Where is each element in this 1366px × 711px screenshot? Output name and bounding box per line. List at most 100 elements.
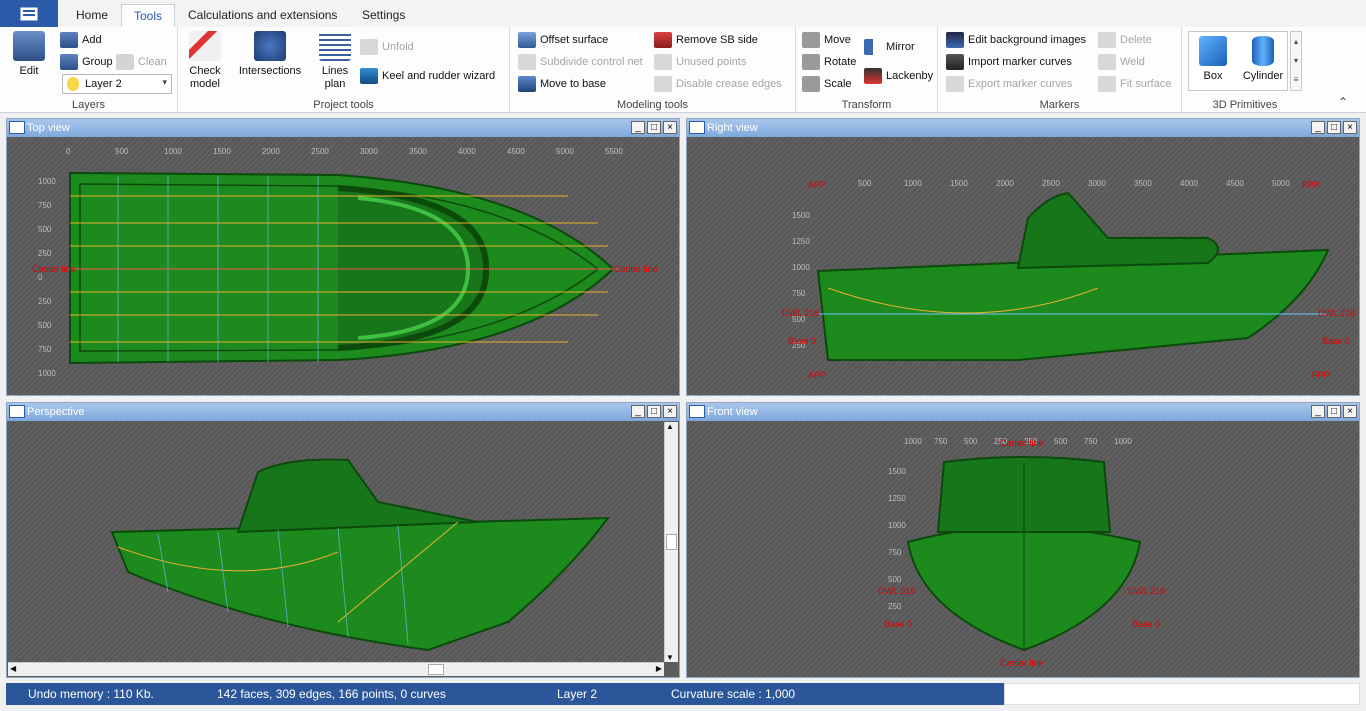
base-label-left: Base 0: [788, 336, 816, 346]
keel-icon: [360, 68, 378, 84]
scroll-right-icon[interactable]: ▶: [656, 664, 662, 673]
axis-tick-label: 750: [38, 345, 52, 354]
gallery-more-icon[interactable]: ≡: [1291, 70, 1301, 89]
axis-tick-label: 1000: [164, 147, 182, 156]
perspective-view-pane: Perspective _ □ × ▲ ▼ ◀ ▶: [6, 402, 680, 678]
scroll-up-icon[interactable]: ▲: [666, 422, 674, 431]
intersections-icon: [254, 31, 286, 61]
close-button[interactable]: ×: [1343, 121, 1357, 134]
gallery-down-icon[interactable]: ▾: [1291, 51, 1301, 70]
move-button[interactable]: Move: [802, 32, 851, 48]
horizontal-scroll-thumb[interactable]: [428, 664, 444, 675]
import-curves-label: Import marker curves: [968, 56, 1072, 68]
fpp-label-bottom: FPP: [1312, 370, 1330, 380]
front-view-canvas[interactable]: 1000 750 500 250 250 500 750 1000 1500 1250 1000 75…: [688, 422, 1358, 676]
axis-tick-label: 4000: [1180, 179, 1198, 188]
remove-sb-side-button[interactable]: Remove SB side: [654, 32, 758, 48]
axis-tick-label: 1000: [904, 179, 922, 188]
mirror-button[interactable]: Mirror: [864, 39, 915, 55]
scroll-down-icon[interactable]: ▼: [666, 653, 674, 662]
close-button[interactable]: ×: [663, 121, 677, 134]
edit-background-images-button[interactable]: Edit background images: [946, 32, 1086, 48]
move-to-base-icon: [518, 76, 536, 92]
perspective-title-bar: Perspective _ □ ×: [7, 403, 679, 421]
gallery-scroll[interactable]: ▴ ▾ ≡: [1290, 31, 1302, 91]
top-view-pane: Top view _ □ × 0 500 1000 1500 2000 2500 3000 350…: [6, 118, 680, 396]
tab-settings[interactable]: Settings: [350, 4, 417, 28]
edit-bg-label: Edit background images: [968, 34, 1087, 46]
layer-select[interactable]: Layer 2 ▾: [62, 74, 172, 94]
axis-tick-label: 250: [888, 602, 902, 611]
maximize-button[interactable]: □: [1327, 121, 1341, 134]
close-button[interactable]: ×: [663, 405, 677, 418]
right-view-canvas[interactable]: 500 1000 1500 2000 2500 3000 3500 4000 4500 5000 1…: [688, 138, 1358, 394]
unused-points-button[interactable]: Unused points: [654, 54, 746, 70]
intersections-button[interactable]: Intersections: [234, 31, 306, 78]
fit-surface-button[interactable]: Fit surface: [1098, 76, 1171, 92]
export-marker-curves-button[interactable]: Export marker curves: [946, 76, 1073, 92]
dwl-front-right: DWL 218: [1128, 586, 1165, 596]
axis-tick-label: 4500: [1226, 179, 1244, 188]
add-label: Add: [82, 34, 102, 46]
remove-sb-icon: [654, 32, 672, 48]
subdivide-button[interactable]: Subdivide control net: [518, 54, 643, 70]
box-primitive-button[interactable]: Box: [1193, 36, 1233, 83]
axis-tick-label: 750: [888, 548, 902, 557]
collapse-ribbon-icon[interactable]: ⌃: [1338, 95, 1348, 109]
move-label: Move: [824, 34, 851, 46]
front-view-drawing: 1000 750 500 250 250 500 750 100015001250100075…: [878, 437, 1165, 668]
lines-plan-button[interactable]: Lines plan: [316, 31, 354, 91]
tab-tools[interactable]: Tools: [121, 4, 176, 28]
axis-tick-label: 0: [66, 147, 71, 156]
keel-rudder-wizard-button[interactable]: Keel and rudder wizard: [360, 68, 495, 84]
unfold-icon: [360, 39, 378, 55]
vertical-scroll-thumb[interactable]: [666, 534, 677, 550]
minimize-button[interactable]: _: [1311, 121, 1325, 134]
tab-calculations[interactable]: Calculations and extensions: [176, 4, 349, 28]
disable-crease-button[interactable]: Disable crease edges: [654, 76, 782, 92]
axis-tick-label: 2000: [262, 147, 280, 156]
weld-button[interactable]: Weld: [1098, 54, 1145, 70]
cylinder-primitive-button[interactable]: Cylinder: [1239, 36, 1287, 83]
delete-label: Delete: [1120, 34, 1152, 46]
status-bar-empty-panel: [1004, 683, 1360, 705]
lackenby-button[interactable]: Lackenby: [864, 68, 933, 84]
scale-button[interactable]: Scale: [802, 76, 852, 92]
offset-label: Offset surface: [540, 34, 609, 46]
maximize-button[interactable]: □: [647, 121, 661, 134]
subdivide-label: Subdivide control net: [540, 56, 643, 68]
application-menu-button[interactable]: [0, 0, 58, 27]
vertical-scrollbar[interactable]: ▲ ▼: [664, 422, 678, 662]
move-to-base-button[interactable]: Move to base: [518, 76, 606, 92]
app-label-top: APP: [808, 180, 826, 190]
maximize-button[interactable]: □: [647, 405, 661, 418]
import-marker-curves-button[interactable]: Import marker curves: [946, 54, 1072, 70]
layer-select-value: Layer 2: [85, 78, 122, 90]
horizontal-scrollbar[interactable]: ◀ ▶: [8, 662, 664, 676]
check-model-label: Check model: [189, 65, 221, 90]
minimize-button[interactable]: _: [631, 121, 645, 134]
close-button[interactable]: ×: [1343, 405, 1357, 418]
lightbulb-icon: [67, 77, 79, 91]
perspective-title: Perspective: [27, 406, 85, 418]
rotate-button[interactable]: Rotate: [802, 54, 856, 70]
minimize-button[interactable]: _: [1311, 405, 1325, 418]
check-model-button[interactable]: Check model: [182, 31, 228, 91]
maximize-button[interactable]: □: [1327, 405, 1341, 418]
ribbon-tab-bar: Home Tools Calculations and extensions S…: [0, 0, 1366, 28]
delete-marker-button[interactable]: Delete: [1098, 32, 1152, 48]
top-view-canvas[interactable]: 0 500 1000 1500 2000 2500 3000 3500 4000 4500 5000…: [8, 138, 678, 394]
gallery-up-icon[interactable]: ▴: [1291, 32, 1301, 51]
clean-layer-button[interactable]: Clean: [116, 54, 167, 70]
tab-home[interactable]: Home: [64, 4, 120, 28]
offset-surface-button[interactable]: Offset surface: [518, 32, 608, 48]
lackenby-icon: [864, 68, 882, 84]
perspective-canvas[interactable]: [8, 422, 664, 662]
group-layer-button[interactable]: Group: [60, 54, 113, 70]
dwl-label-right: DWL 218: [1318, 308, 1355, 318]
add-layer-button[interactable]: Add: [60, 32, 102, 48]
scroll-left-icon[interactable]: ◀: [10, 664, 16, 673]
unfold-button[interactable]: Unfold: [360, 39, 414, 55]
edit-layer-button[interactable]: Edit: [8, 31, 50, 78]
minimize-button[interactable]: _: [631, 405, 645, 418]
